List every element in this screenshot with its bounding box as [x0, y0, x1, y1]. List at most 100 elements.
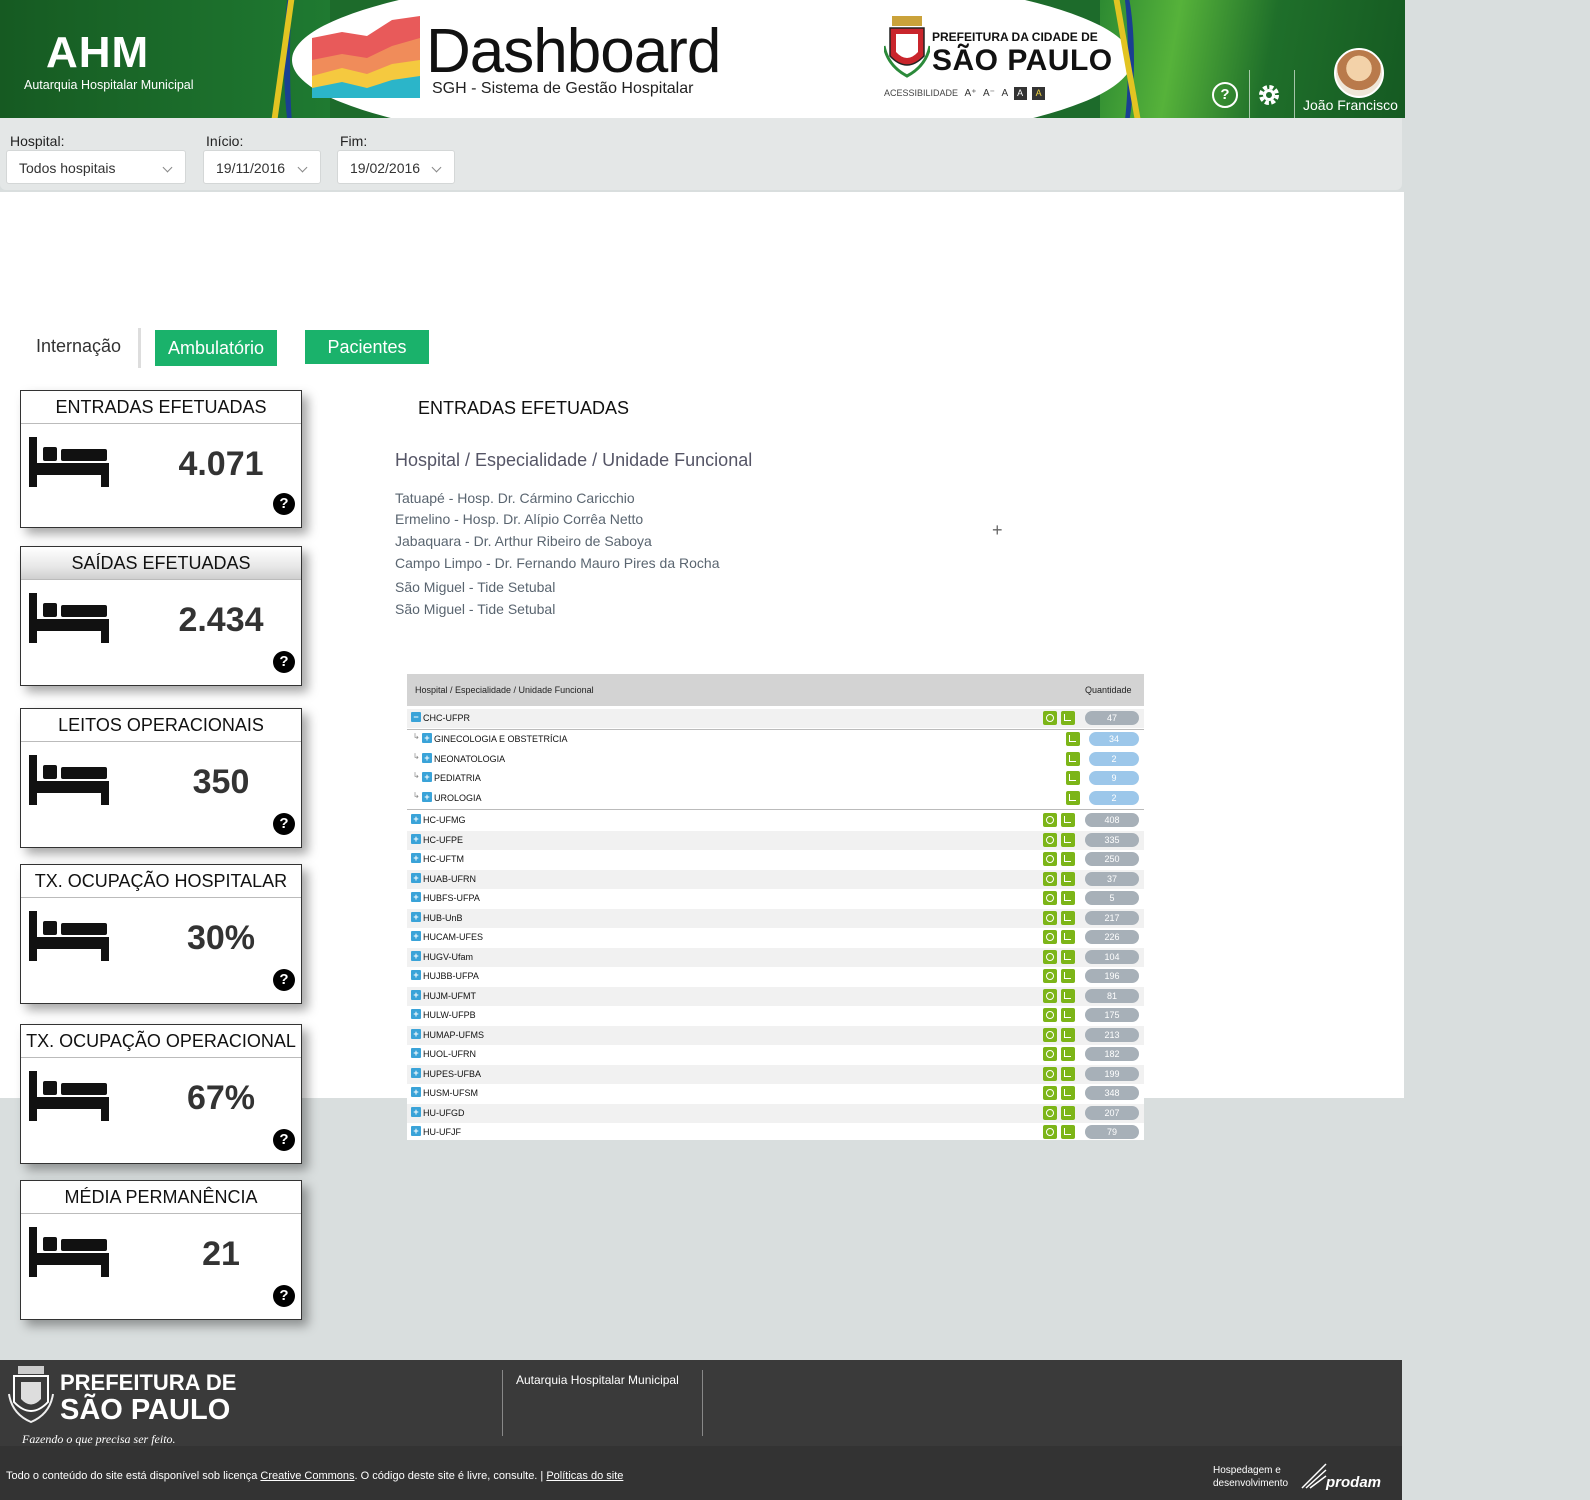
expand-icon[interactable]: + [411, 833, 421, 844]
expand-icon[interactable]: + [411, 1067, 421, 1078]
table-row[interactable]: + HUMAP-UFMS 213 [407, 1025, 1144, 1045]
font-increase-button[interactable]: A⁺ [965, 88, 977, 99]
tab-internacao[interactable]: Internação [36, 336, 121, 357]
trend-chart-icon[interactable] [1061, 949, 1075, 964]
hospital-list-item[interactable]: Tatuapé - Hosp. Dr. Cármino Caricchio [395, 490, 635, 506]
trend-chart-icon[interactable] [1061, 1066, 1075, 1081]
trend-chart-icon[interactable] [1061, 813, 1075, 827]
prodam-logo[interactable]: prodam [1326, 1474, 1381, 1491]
expand-icon[interactable]: + [422, 772, 432, 782]
expand-icon[interactable]: + [411, 892, 421, 902]
expand-icon[interactable]: + [411, 814, 421, 824]
trend-chart-icon[interactable] [1061, 910, 1075, 925]
trend-chart-icon[interactable] [1061, 1008, 1075, 1022]
expand-icon[interactable]: + [411, 911, 421, 922]
clock-icon[interactable] [1043, 930, 1057, 944]
expand-icon[interactable]: + [411, 989, 421, 1000]
table-row[interactable]: + HC-UFMG 408 [407, 811, 1144, 830]
table-row[interactable]: + HUOL-UFRN 182 [407, 1045, 1144, 1064]
hospital-list-item[interactable]: Jabaquara - Dr. Arthur Ribeiro de Saboya [395, 533, 652, 549]
trend-chart-icon[interactable] [1061, 1047, 1075, 1061]
clock-icon[interactable] [1043, 852, 1057, 866]
clock-icon[interactable] [1043, 988, 1057, 1003]
hospital-list-item[interactable]: Campo Limpo - Dr. Fernando Mauro Pires d… [395, 555, 719, 571]
clock-icon[interactable] [1043, 813, 1057, 827]
help-icon[interactable]: ? [273, 1129, 295, 1151]
end-date-select[interactable]: 19/02/2016 [337, 150, 455, 184]
table-row[interactable]: + HUB-UnB 217 [407, 908, 1144, 928]
trend-chart-icon[interactable] [1061, 711, 1075, 725]
indicator-card[interactable]: TX. OCUPAÇÃO OPERACIONAL 67%? [20, 1024, 302, 1164]
table-row[interactable]: + HUCAM-UFES 226 [407, 928, 1144, 947]
indicator-card[interactable]: TX. OCUPAÇÃO HOSPITALAR 30%? [20, 864, 302, 1004]
expand-icon[interactable]: + [411, 1087, 421, 1097]
collapse-icon[interactable]: − [411, 712, 421, 722]
trend-chart-icon[interactable] [1061, 930, 1075, 944]
trend-chart-icon[interactable] [1061, 988, 1075, 1003]
trend-chart-icon[interactable] [1061, 891, 1075, 905]
tab-pacientes[interactable]: Pacientes [305, 330, 429, 364]
help-icon[interactable]: ? [273, 651, 295, 673]
table-row[interactable]: + HC-UFTM 250 [407, 850, 1144, 869]
help-icon[interactable]: ? [273, 813, 295, 835]
font-decrease-button[interactable]: A⁻ [983, 88, 995, 99]
clock-icon[interactable] [1043, 1125, 1057, 1139]
ahm-logo[interactable]: AHM [46, 28, 149, 78]
trend-chart-icon[interactable] [1061, 1105, 1075, 1120]
trend-chart-icon[interactable] [1066, 732, 1080, 746]
table-row[interactable]: − CHC-UFPR 47 [407, 709, 1144, 728]
trend-chart-icon[interactable] [1061, 1086, 1075, 1100]
font-reset-button[interactable]: A [1001, 88, 1008, 99]
table-child-row[interactable]: ↳ + NEONATOLOGIA 2 [407, 750, 1144, 769]
expand-icon[interactable]: + [411, 1106, 421, 1117]
table-row[interactable]: + HUJM-UFMT 81 [407, 986, 1144, 1006]
expand-icon[interactable]: + [411, 872, 421, 883]
trend-chart-icon[interactable] [1061, 1125, 1075, 1139]
hospital-list-item[interactable]: São Miguel - Tide Setubal [395, 579, 555, 595]
clock-icon[interactable] [1043, 949, 1057, 964]
clock-icon[interactable] [1043, 711, 1057, 725]
table-row[interactable]: + HUJBB-UFPA 196 [407, 967, 1144, 986]
clock-icon[interactable] [1043, 1086, 1057, 1100]
indicator-card[interactable]: MÉDIA PERMANÊNCIA 21? [20, 1180, 302, 1320]
help-icon[interactable]: ? [273, 969, 295, 991]
expand-icon[interactable]: + [411, 853, 421, 863]
username[interactable]: João Francisco [1303, 97, 1398, 113]
footer-ahm-link[interactable]: Autarquia Hospitalar Municipal [516, 1373, 679, 1387]
table-child-row[interactable]: ↳ + PEDIATRIA 9 [407, 769, 1144, 788]
table-row[interactable]: + HU-UFJF 79 [407, 1123, 1144, 1142]
trend-chart-icon[interactable] [1061, 969, 1075, 983]
clock-icon[interactable] [1043, 1047, 1057, 1061]
table-row[interactable]: + HUPES-UFBA 199 [407, 1064, 1144, 1084]
expand-icon[interactable]: + [411, 1009, 421, 1019]
table-row[interactable]: + HUGV-Ufam 104 [407, 947, 1144, 967]
expand-icon[interactable]: + [422, 733, 432, 743]
tab-ambulatorio[interactable]: Ambulatório [155, 330, 277, 366]
high-contrast-button[interactable]: A [1032, 87, 1046, 100]
expand-icon[interactable]: + [411, 1028, 421, 1039]
site-policy-link[interactable]: Políticas do site [546, 1470, 623, 1482]
expand-icon[interactable]: + [411, 970, 421, 980]
expand-icon[interactable]: + [411, 1126, 421, 1136]
trend-chart-icon[interactable] [1066, 751, 1080, 766]
clock-icon[interactable] [1043, 1105, 1057, 1120]
expand-icon[interactable]: + [411, 950, 421, 961]
table-row[interactable]: + HUAB-UFRN 37 [407, 869, 1144, 889]
indicator-card[interactable]: LEITOS OPERACIONAIS 350? [20, 708, 302, 848]
gear-icon[interactable] [1256, 82, 1282, 108]
contrast-button[interactable]: A [1013, 87, 1027, 100]
avatar[interactable] [1334, 48, 1384, 98]
add-icon[interactable]: + [992, 520, 1003, 541]
expand-icon[interactable]: + [422, 752, 432, 763]
trend-chart-icon[interactable] [1061, 852, 1075, 866]
hospital-list-item[interactable]: São Miguel - Tide Setubal [395, 601, 555, 617]
clock-icon[interactable] [1043, 910, 1057, 925]
clock-icon[interactable] [1043, 1066, 1057, 1081]
help-icon[interactable]: ? [1212, 82, 1238, 108]
indicator-card[interactable]: ENTRADAS EFETUADAS 4.071? [20, 390, 302, 528]
trend-chart-icon[interactable] [1061, 832, 1075, 847]
trend-chart-icon[interactable] [1061, 1027, 1075, 1042]
clock-icon[interactable] [1043, 832, 1057, 847]
table-row[interactable]: + HC-UFPE 335 [407, 830, 1144, 850]
expand-icon[interactable]: + [411, 931, 421, 941]
